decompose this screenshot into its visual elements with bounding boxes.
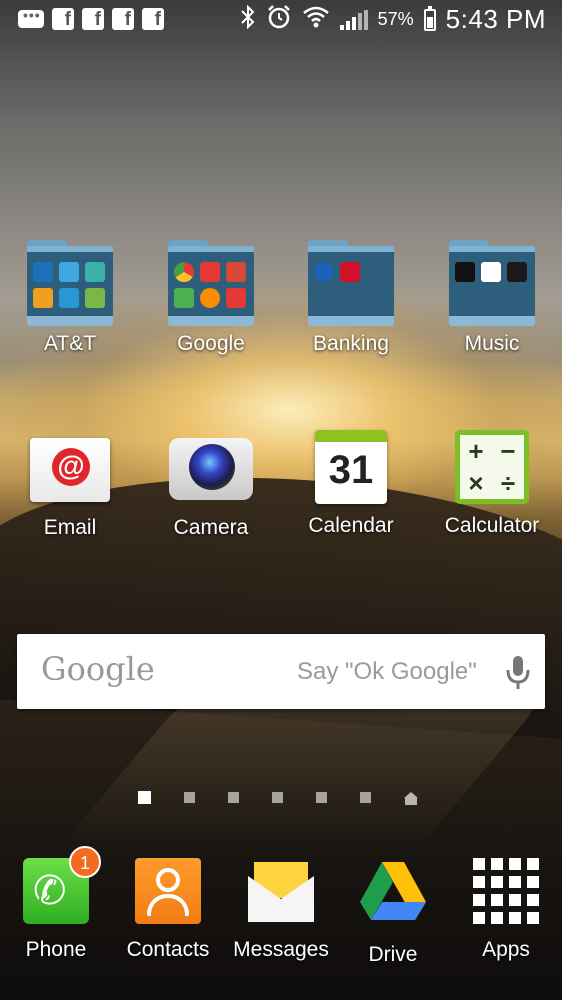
calculator-key: × xyxy=(468,468,484,498)
status-bar[interactable]: ••• f f f f 57% 5:43 PM xyxy=(0,0,562,40)
dock-drive[interactable]: Drive xyxy=(337,858,449,967)
page-indicator[interactable] xyxy=(138,791,418,805)
dock-label: Contacts xyxy=(126,938,210,961)
calculator-icon: + − × ÷ xyxy=(455,430,529,504)
folder-icon xyxy=(308,240,394,326)
dock-phone[interactable]: ✆ 1 Phone xyxy=(0,846,112,962)
alarm-icon xyxy=(266,4,292,35)
dock-label: Apps xyxy=(482,938,530,961)
bluetooth-icon xyxy=(240,4,256,35)
dock-apps[interactable]: Apps xyxy=(450,858,562,962)
folder-music[interactable]: Music xyxy=(422,240,562,356)
app-calendar[interactable]: 31 Calendar xyxy=(281,430,421,538)
folder-icon xyxy=(449,240,535,326)
search-hint: Say "Ok Google" xyxy=(297,658,477,685)
dock-label: Phone xyxy=(25,938,87,961)
app-label: Calculator xyxy=(444,514,540,537)
calendar-icon: 31 xyxy=(315,430,387,504)
app-label: Camera xyxy=(173,516,249,539)
dock-label: Drive xyxy=(368,943,418,966)
notification-badge: 1 xyxy=(69,846,101,878)
folder-label: AT&T xyxy=(43,332,97,355)
folder-att[interactable]: AT&T xyxy=(0,240,140,356)
home-page-icon[interactable] xyxy=(404,792,418,805)
phone-icon: ✆ 1 xyxy=(23,846,101,924)
signal-icon xyxy=(339,9,368,30)
google-logo: Google xyxy=(41,650,155,688)
battery-icon xyxy=(423,5,436,31)
page-dot-active[interactable] xyxy=(138,791,151,804)
email-icon: @ xyxy=(30,438,110,502)
folder-icon xyxy=(27,240,113,326)
messenger-icon: ••• xyxy=(18,7,44,28)
app-email[interactable]: @ Email xyxy=(0,430,140,540)
dock-contacts[interactable]: Contacts xyxy=(112,858,224,962)
page-dot[interactable] xyxy=(316,792,327,803)
folder-label: Music xyxy=(464,332,520,355)
calculator-key: ÷ xyxy=(500,468,516,498)
notification-icons: ••• f f f f xyxy=(18,7,164,30)
clock: 5:43 PM xyxy=(445,4,546,34)
home-screen: ••• f f f f 57% 5:43 PM AT&T Google Bank… xyxy=(0,0,562,1000)
facebook-icon: f xyxy=(112,8,134,30)
page-dot[interactable] xyxy=(272,792,283,803)
system-icons: 57% 5:43 PM xyxy=(240,4,546,35)
google-search-widget[interactable]: Google Say "Ok Google" xyxy=(17,634,545,709)
camera-icon xyxy=(169,438,253,500)
folder-banking[interactable]: Banking xyxy=(281,240,421,356)
messages-icon xyxy=(248,858,314,924)
calculator-key: + xyxy=(468,436,484,466)
dock-label: Messages xyxy=(233,938,329,961)
app-camera[interactable]: Camera xyxy=(141,430,281,540)
calculator-key: − xyxy=(500,436,516,466)
facebook-icon: f xyxy=(82,8,104,30)
apps-grid-icon xyxy=(473,858,539,924)
calendar-date: 31 xyxy=(328,448,374,492)
folder-label: Banking xyxy=(313,332,389,355)
folder-icon xyxy=(168,240,254,326)
dock-messages[interactable]: Messages xyxy=(225,858,337,962)
wifi-icon xyxy=(302,5,330,34)
battery-percent: 57% xyxy=(377,9,414,29)
page-dot[interactable] xyxy=(228,792,239,803)
app-label: Email xyxy=(43,516,97,539)
facebook-icon: f xyxy=(142,8,164,30)
facebook-icon: f xyxy=(52,8,74,30)
page-dot[interactable] xyxy=(184,792,195,803)
page-dot[interactable] xyxy=(360,792,371,803)
contacts-icon xyxy=(135,858,201,924)
app-calculator[interactable]: + − × ÷ Calculator xyxy=(422,430,562,538)
drive-icon xyxy=(360,862,426,920)
wallpaper-road xyxy=(57,700,543,850)
microphone-icon[interactable] xyxy=(503,654,533,690)
app-label: Calendar xyxy=(308,514,394,537)
folder-google[interactable]: Google xyxy=(141,240,281,356)
folder-label: Google xyxy=(177,332,245,355)
